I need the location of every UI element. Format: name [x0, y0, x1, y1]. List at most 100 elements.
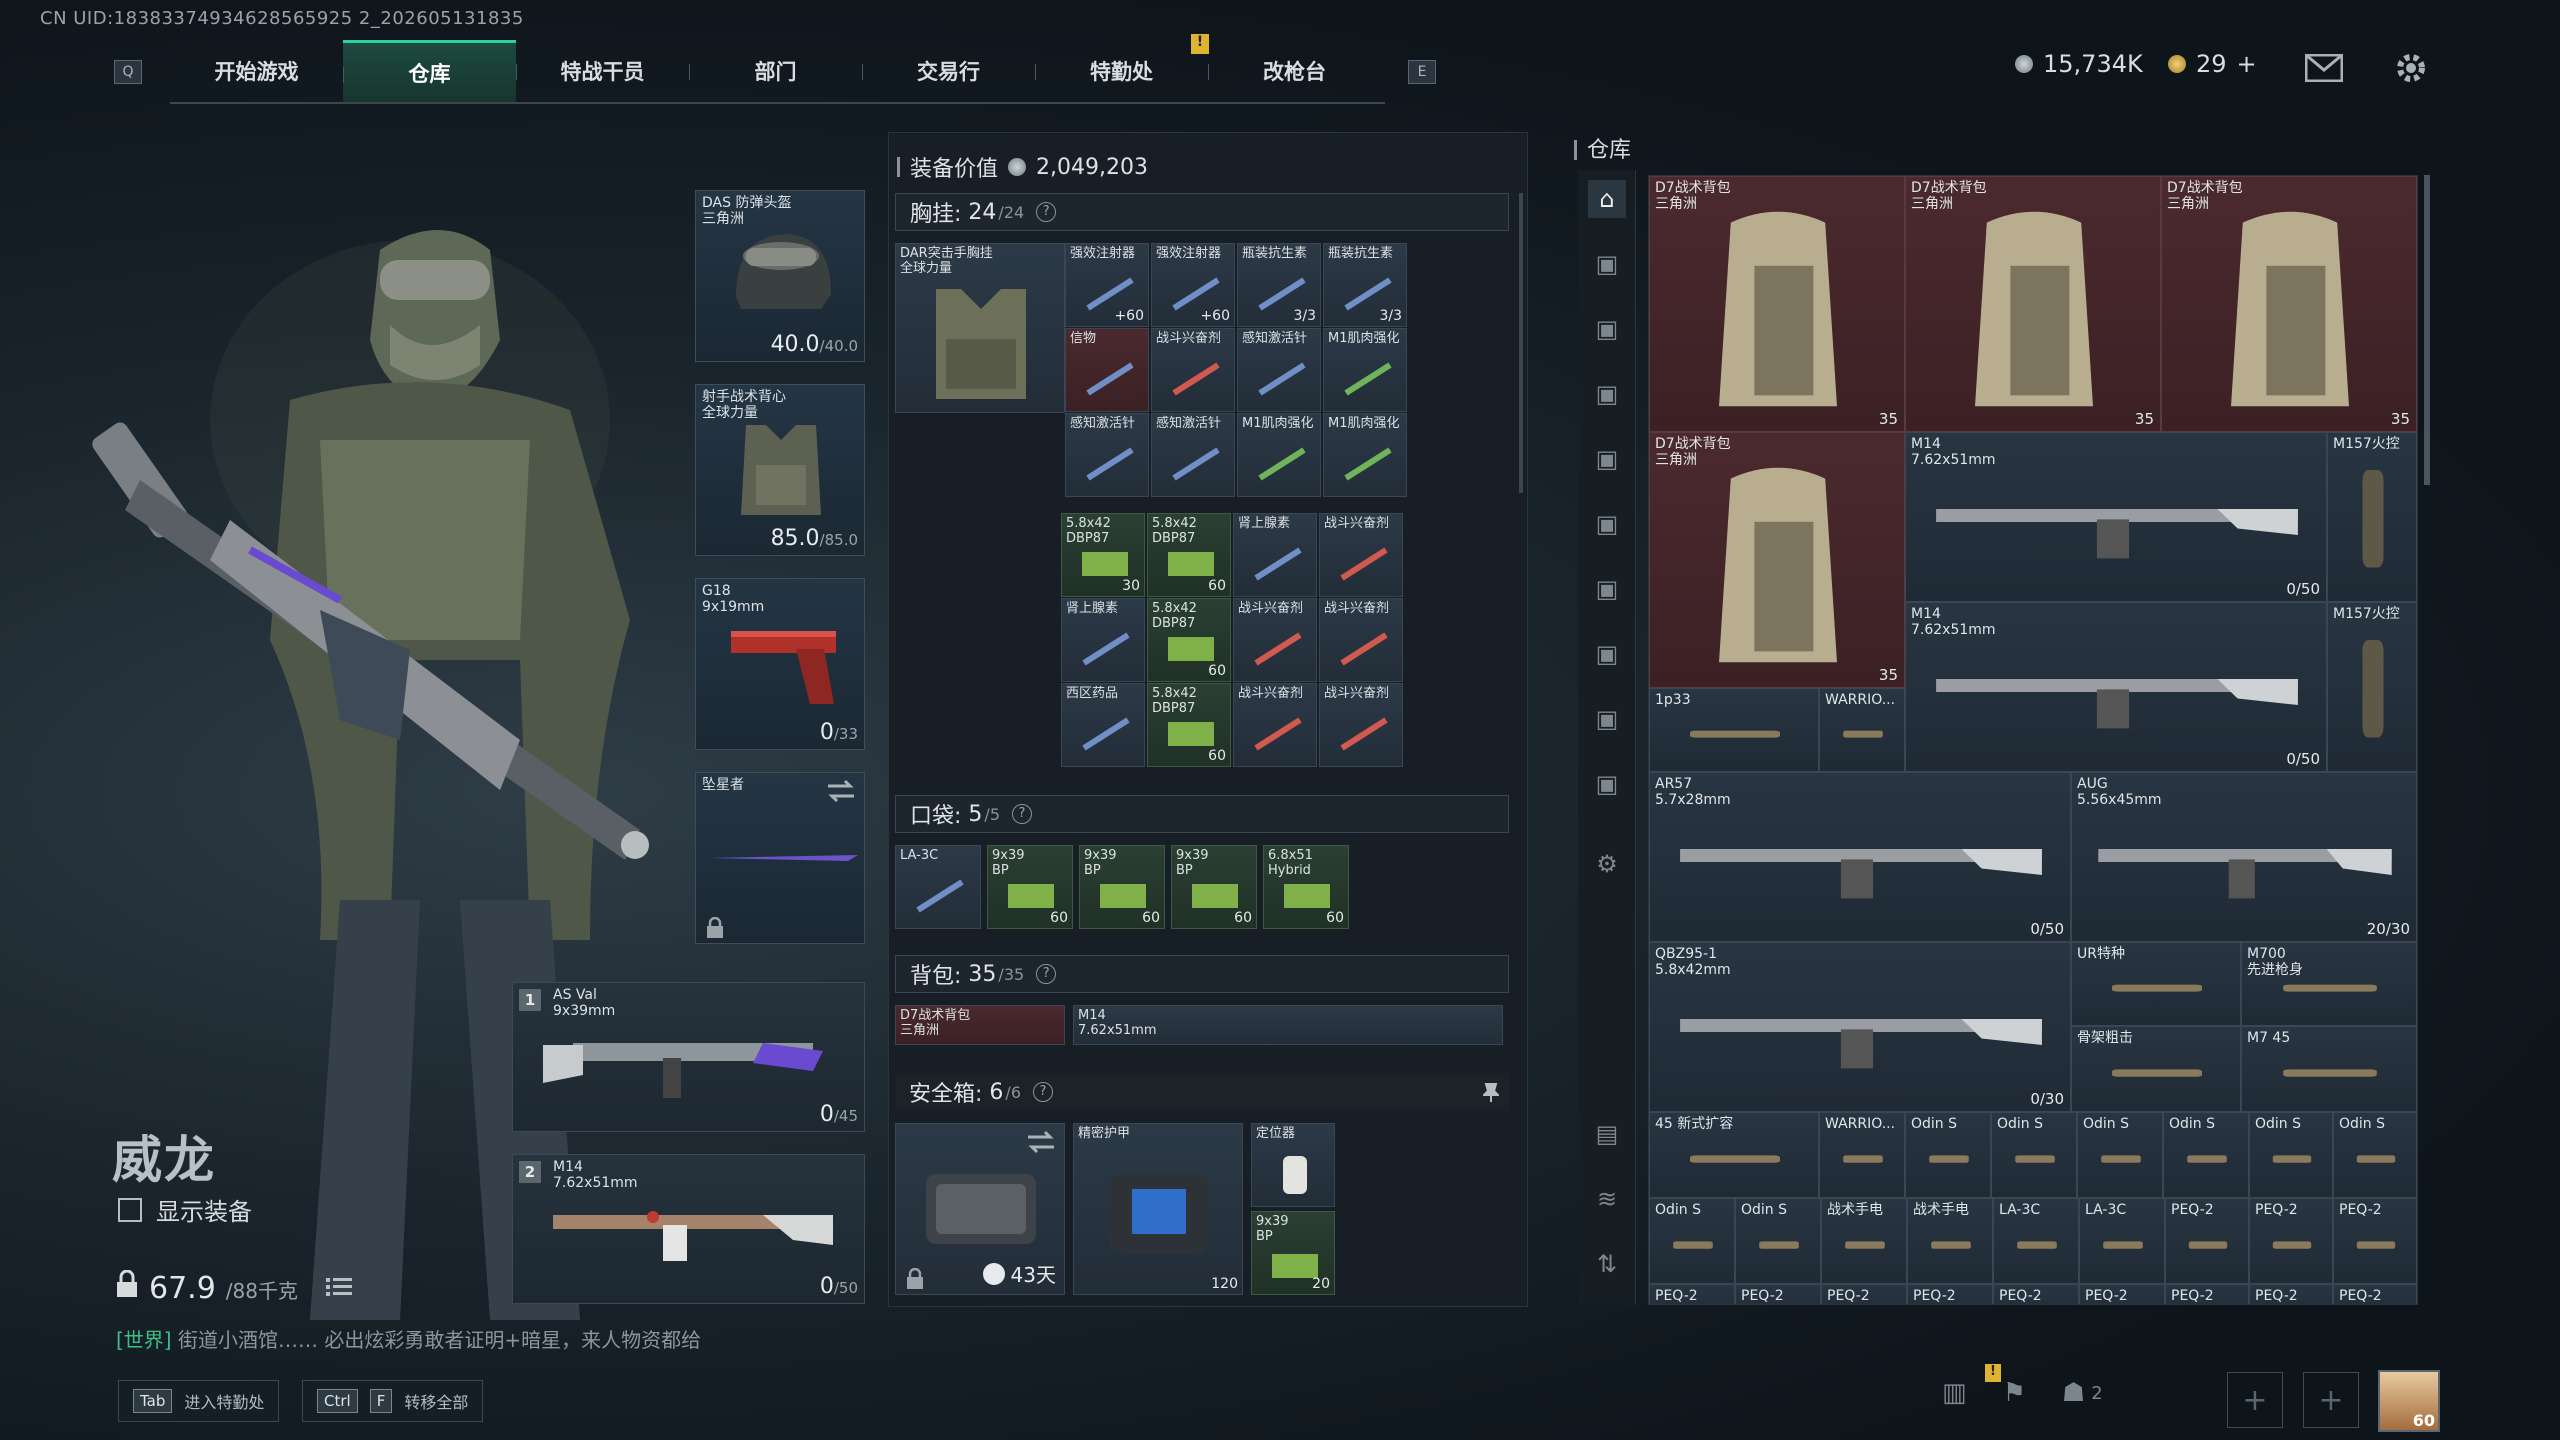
- tab-operators[interactable]: 特战干员: [516, 40, 689, 102]
- nav-key-q[interactable]: Q: [114, 60, 142, 84]
- add-currency-button[interactable]: +: [2237, 50, 2257, 78]
- warehouse-item[interactable]: M14 7.62x51mm 0/50: [1905, 432, 2327, 602]
- warehouse-item[interactable]: M157火控: [2327, 602, 2417, 772]
- warehouse-item[interactable]: D7战术背包 三角洲 35: [1649, 432, 1905, 688]
- chest-rig-item[interactable]: 强效注射器 +60: [1065, 243, 1149, 327]
- stats-icon[interactable]: ▥: [1942, 1378, 1967, 1408]
- warehouse-item[interactable]: PEQ-2: [1735, 1284, 1821, 1304]
- warehouse-item[interactable]: Odin S: [1991, 1112, 2077, 1198]
- chest-rig-item[interactable]: 瓶装抗生素 3/3: [1237, 243, 1321, 327]
- warehouse-item[interactable]: 骨架粗击: [2071, 1026, 2241, 1112]
- chest-rig-item[interactable]: 5.8x42 DBP87 60: [1147, 598, 1231, 682]
- warehouse-tab-icon[interactable]: ▣: [1588, 245, 1626, 283]
- squad-icon[interactable]: ☗ 2: [2062, 1378, 2103, 1408]
- warehouse-item[interactable]: Odin S: [2333, 1112, 2417, 1198]
- melee-slot[interactable]: 坠星者: [695, 772, 865, 944]
- chest-rig-item[interactable]: M1肌肉强化: [1323, 413, 1407, 497]
- help-icon[interactable]: ?: [1012, 804, 1032, 824]
- helmet-slot[interactable]: DAS 防弹头盔 三角洲 40.0/40.0: [695, 190, 865, 362]
- safebox-item-locator[interactable]: 定位器: [1251, 1123, 1335, 1207]
- show-gear-toggle[interactable]: 显示装备: [118, 1192, 252, 1227]
- warehouse-item[interactable]: PEQ-2: [1649, 1284, 1735, 1304]
- warehouse-tab-icon[interactable]: ▣: [1588, 375, 1626, 413]
- hint-special-ops[interactable]: Tab 进入特勤处: [118, 1380, 280, 1422]
- warehouse-item[interactable]: PEQ-2: [1993, 1284, 2079, 1304]
- chest-rig-item[interactable]: 瓶装抗生素 3/3: [1323, 243, 1407, 327]
- help-icon[interactable]: ?: [1033, 1082, 1053, 1102]
- warehouse-tab-icon[interactable]: ▣: [1588, 765, 1626, 803]
- safebox-item-armor-kit[interactable]: 精密护甲 120: [1073, 1123, 1243, 1295]
- warehouse-item[interactable]: PEQ-2: [2249, 1198, 2333, 1284]
- list-icon[interactable]: [325, 1276, 352, 1298]
- flag-icon[interactable]: ⚑: [2003, 1378, 2026, 1408]
- pocket-item[interactable]: 9x39 BP 60: [1171, 845, 1257, 929]
- warehouse-item[interactable]: 1p33: [1649, 688, 1819, 772]
- warehouse-scrollbar[interactable]: [2424, 175, 2430, 485]
- warehouse-item[interactable]: LA-3C: [2079, 1198, 2165, 1284]
- tab-start-game[interactable]: 开始游戏: [170, 40, 343, 102]
- chest-rig-item[interactable]: M1肌肉强化: [1323, 328, 1407, 412]
- add-squad-slot-button[interactable]: +: [2303, 1372, 2359, 1428]
- warehouse-item[interactable]: PEQ-2: [2333, 1284, 2417, 1304]
- warehouse-item[interactable]: D7战术背包 三角洲 35: [1649, 176, 1905, 432]
- sort-icon[interactable]: ⇅: [1588, 1245, 1626, 1283]
- tab-warehouse[interactable]: 仓库: [343, 40, 516, 102]
- mail-icon[interactable]: [2305, 54, 2343, 82]
- warehouse-item[interactable]: Odin S: [1735, 1198, 1821, 1284]
- warehouse-item[interactable]: WARRIO...: [1819, 688, 1905, 772]
- backpack-item[interactable]: M14 7.62x51mm: [1073, 1005, 1503, 1045]
- chest-rig-item[interactable]: 5.8x42 DBP87 60: [1147, 683, 1231, 767]
- pocket-item[interactable]: 6.8x51 Hybrid 60: [1263, 845, 1349, 929]
- primary-weapon-slot-2[interactable]: 2 M14 7.62x51mm 0/50: [512, 1154, 865, 1304]
- player-avatar[interactable]: 60: [2378, 1370, 2440, 1432]
- warehouse-item[interactable]: PEQ-2: [2165, 1198, 2249, 1284]
- warehouse-item[interactable]: UR特种: [2071, 942, 2241, 1026]
- warehouse-item[interactable]: 45 新式扩容: [1649, 1112, 1819, 1198]
- safebox-item-ammo[interactable]: 9x39 BP 20: [1251, 1211, 1335, 1295]
- chest-rig-slot[interactable]: DAR突击手胸挂 全球力量: [895, 243, 1065, 413]
- warehouse-item[interactable]: LA-3C: [1993, 1198, 2079, 1284]
- chest-rig-item[interactable]: 战斗兴奋剂: [1319, 513, 1403, 597]
- chest-rig-item[interactable]: M1肌肉强化: [1237, 413, 1321, 497]
- warehouse-item[interactable]: M14 7.62x51mm 0/50: [1905, 602, 2327, 772]
- warehouse-item[interactable]: Odin S: [1649, 1198, 1735, 1284]
- warehouse-item[interactable]: D7战术背包 三角洲 35: [2161, 176, 2417, 432]
- pocket-item[interactable]: 9x39 BP 60: [1079, 845, 1165, 929]
- warehouse-item[interactable]: Odin S: [1905, 1112, 1991, 1198]
- warehouse-item[interactable]: QBZ95-1 5.8x42mm 0/30: [1649, 942, 2071, 1112]
- warehouse-home-icon[interactable]: ⌂: [1588, 180, 1626, 218]
- safebox-slot[interactable]: 43天: [895, 1123, 1065, 1295]
- chest-rig-item[interactable]: 肾上腺素: [1061, 598, 1145, 682]
- chest-rig-item[interactable]: 战斗兴奋剂: [1319, 598, 1403, 682]
- nav-key-e[interactable]: E: [1408, 60, 1436, 84]
- warehouse-item[interactable]: M700 先进枪身: [2241, 942, 2417, 1026]
- swap-icon[interactable]: [826, 779, 856, 803]
- chest-rig-item[interactable]: 信物: [1065, 328, 1149, 412]
- warehouse-tab-icon[interactable]: ▣: [1588, 700, 1626, 738]
- tab-special-ops[interactable]: 特勤处: [1035, 40, 1208, 102]
- chest-rig-item[interactable]: 肾上腺素: [1233, 513, 1317, 597]
- add-squad-slot-button[interactable]: +: [2227, 1372, 2283, 1428]
- warehouse-item[interactable]: PEQ-2: [2249, 1284, 2333, 1304]
- show-gear-checkbox[interactable]: [118, 1197, 142, 1222]
- warehouse-tab-icon[interactable]: ▣: [1588, 570, 1626, 608]
- help-icon[interactable]: ?: [1036, 964, 1057, 984]
- chest-rig-item[interactable]: 强效注射器 +60: [1151, 243, 1235, 327]
- help-icon[interactable]: ?: [1036, 202, 1057, 222]
- tab-gunsmith[interactable]: 改枪台: [1208, 40, 1381, 102]
- chest-rig-item[interactable]: 感知激活针: [1237, 328, 1321, 412]
- warehouse-item[interactable]: WARRIO...: [1819, 1112, 1905, 1198]
- pocket-item[interactable]: LA-3C: [895, 845, 981, 929]
- warehouse-item[interactable]: PEQ-2: [2079, 1284, 2165, 1304]
- warehouse-item[interactable]: AR57 5.7x28mm 0/50: [1649, 772, 2071, 942]
- hint-transfer-all[interactable]: Ctrl F 转移全部: [302, 1380, 484, 1422]
- warehouse-item[interactable]: AUG 5.56x45mm 20/30: [2071, 772, 2417, 942]
- armor-slot[interactable]: 射手战术背心 全球力量 85.0/85.0: [695, 384, 865, 556]
- warehouse-item[interactable]: PEQ-2: [1907, 1284, 1993, 1304]
- warehouse-item[interactable]: Odin S: [2249, 1112, 2333, 1198]
- pin-icon[interactable]: [1483, 1082, 1499, 1102]
- warehouse-tab-icon[interactable]: ▣: [1588, 505, 1626, 543]
- world-chat[interactable]: [世界] 街道小酒馆…… 必出炫彩勇敢者证明+暗星，来人物资都给: [116, 1324, 701, 1353]
- settings-gear-icon[interactable]: [2393, 50, 2429, 86]
- chest-rig-item[interactable]: 战斗兴奋剂: [1233, 598, 1317, 682]
